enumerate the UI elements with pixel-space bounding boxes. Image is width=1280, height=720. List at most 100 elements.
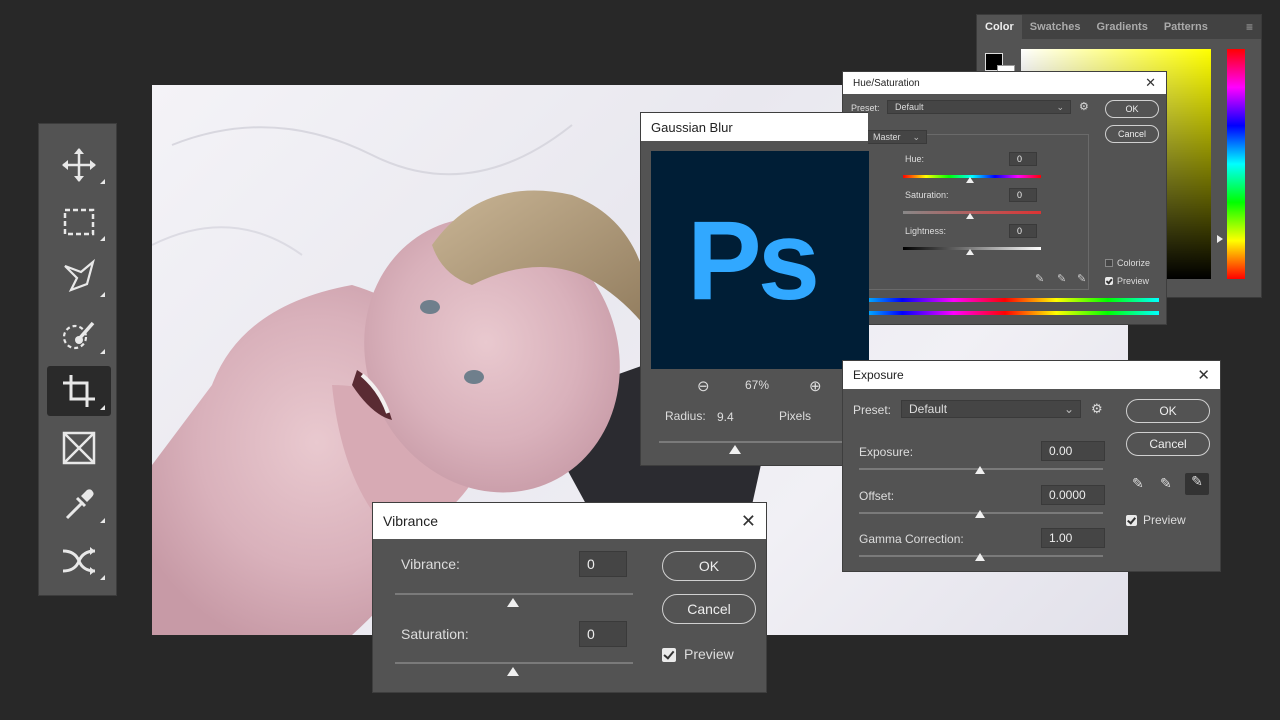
- polygonal-lasso-icon: [64, 258, 95, 293]
- dialog-title-bar: Hue/Saturation ✕: [843, 72, 1166, 94]
- saturation-label: Saturation:: [905, 190, 949, 200]
- tab-swatches[interactable]: Swatches: [1022, 15, 1089, 39]
- colorize-label: Colorize: [1117, 258, 1151, 268]
- colorize-checkbox[interactable]: [1105, 259, 1113, 267]
- panel-menu-icon[interactable]: ≡: [1246, 20, 1253, 34]
- preview-label: Preview: [1117, 276, 1150, 286]
- lightness-input[interactable]: 0: [1009, 224, 1037, 238]
- tab-patterns[interactable]: Patterns: [1156, 15, 1216, 39]
- vibrance-dialog: Vibrance ✕ Vibrance: 0 Saturation: 0 OK …: [372, 502, 767, 693]
- ok-button[interactable]: OK: [1105, 100, 1159, 118]
- preset-value: Default: [895, 102, 924, 112]
- cancel-button[interactable]: Cancel: [662, 594, 756, 624]
- saturation-label: Saturation:: [401, 626, 469, 642]
- photoshop-logo: Ps: [687, 197, 820, 323]
- hue-slider-handle[interactable]: [1217, 235, 1223, 243]
- preset-select[interactable]: Default ⌄: [901, 400, 1081, 418]
- hue-slider[interactable]: [1227, 49, 1245, 279]
- marquee-tool-button[interactable]: [47, 197, 111, 247]
- healing-tool-button[interactable]: [47, 536, 111, 586]
- white-point-eyedropper-icon[interactable]: ✎: [1185, 473, 1209, 495]
- zoom-out-icon[interactable]: ⊖: [697, 377, 710, 395]
- dialog-title-bar: Exposure ✕: [843, 361, 1220, 389]
- channel-select[interactable]: Master ⌄: [865, 130, 927, 144]
- offset-slider-thumb[interactable]: [975, 510, 985, 518]
- close-icon[interactable]: ✕: [1197, 366, 1210, 384]
- frame-tool-button[interactable]: [47, 423, 111, 473]
- gamma-slider-thumb[interactable]: [975, 553, 985, 561]
- color-bar-top: [851, 298, 1159, 302]
- dialog-title-bar: Gaussian Blur: [641, 113, 868, 141]
- eyedropper-icon: [65, 489, 94, 520]
- gray-point-eyedropper-icon[interactable]: ✎: [1160, 475, 1172, 492]
- chevron-down-icon: ⌄: [1063, 402, 1074, 416]
- saturation-input[interactable]: 0: [1009, 188, 1037, 202]
- hue-slider-thumb[interactable]: [966, 177, 974, 183]
- gamma-label: Gamma Correction:: [859, 532, 964, 546]
- exposure-slider-thumb[interactable]: [975, 466, 985, 474]
- move-tool-button[interactable]: [47, 140, 111, 190]
- zoom-in-icon[interactable]: ⊕: [809, 377, 822, 395]
- preview-checkbox[interactable]: [662, 648, 676, 662]
- preview-label: Preview: [1143, 513, 1186, 527]
- eyedropper-minus-icon[interactable]: ✎: [1077, 272, 1086, 285]
- lightness-slider-thumb[interactable]: [966, 249, 974, 255]
- eyedropper-plus-icon[interactable]: ✎: [1057, 272, 1066, 285]
- preview-checkbox[interactable]: [1105, 277, 1113, 285]
- move-icon: [62, 148, 96, 182]
- exposure-input[interactable]: 0.00: [1041, 441, 1105, 461]
- hue-input[interactable]: 0: [1009, 152, 1037, 166]
- patch-icon: [62, 547, 96, 575]
- quick-selection-tool-button[interactable]: [47, 310, 111, 360]
- tab-gradients[interactable]: Gradients: [1088, 15, 1155, 39]
- color-panel-tabs: Color Swatches Gradients Patterns ≡: [977, 15, 1261, 39]
- exposure-dialog: Exposure ✕ Preset: Default ⌄ ⚙ OK Cancel …: [842, 360, 1221, 572]
- settings-gear-icon[interactable]: ⚙: [1091, 401, 1103, 417]
- tab-color[interactable]: Color: [977, 15, 1022, 39]
- preview-area[interactable]: Ps: [651, 151, 869, 369]
- preset-label: Preset:: [853, 403, 892, 417]
- preset-value: Default: [909, 402, 948, 416]
- radius-track: [659, 441, 869, 443]
- dialog-title-bar: Vibrance ✕: [373, 503, 766, 539]
- channel-value: Master: [873, 132, 901, 142]
- tools-panel: [38, 123, 117, 596]
- cancel-button[interactable]: Cancel: [1126, 432, 1210, 456]
- preview-label: Preview: [684, 646, 734, 662]
- dialog-title: Hue/Saturation: [853, 77, 920, 89]
- saturation-slider-thumb[interactable]: [966, 213, 974, 219]
- ok-button[interactable]: OK: [662, 551, 756, 581]
- black-point-eyedropper-icon[interactable]: ✎: [1132, 475, 1144, 492]
- crop-icon: [63, 375, 95, 407]
- ok-button[interactable]: OK: [1126, 399, 1210, 423]
- lasso-tool-button[interactable]: [47, 253, 111, 303]
- preview-checkbox[interactable]: [1126, 515, 1137, 526]
- saturation-input[interactable]: 0: [579, 621, 627, 647]
- gaussian-blur-dialog: Gaussian Blur Ps ⊖ 67% ⊕ Radius: 9.4 Pix…: [640, 112, 869, 466]
- settings-gear-icon[interactable]: ⚙: [1079, 100, 1089, 113]
- close-icon[interactable]: ✕: [1145, 75, 1156, 91]
- crop-tool-button[interactable]: [47, 366, 111, 416]
- vibrance-track: [395, 593, 633, 595]
- radius-input[interactable]: 9.4: [717, 410, 734, 424]
- dialog-title: Exposure: [853, 368, 904, 382]
- offset-input[interactable]: 0.0000: [1041, 485, 1105, 505]
- eyedropper-tool-button[interactable]: [47, 479, 111, 529]
- dialog-title: Vibrance: [383, 513, 439, 529]
- lightness-label: Lightness:: [905, 226, 947, 236]
- color-bar-bottom: [851, 311, 1159, 315]
- hue-saturation-dialog: Hue/Saturation ✕ Preset: Default ⌄ ⚙ OK C…: [842, 71, 1167, 325]
- preset-select[interactable]: Default ⌄: [887, 100, 1071, 114]
- vibrance-slider-thumb[interactable]: [507, 598, 519, 607]
- vibrance-input[interactable]: 0: [579, 551, 627, 577]
- chevron-down-icon: ⌄: [1056, 102, 1064, 112]
- vibrance-label: Vibrance:: [401, 556, 460, 572]
- cancel-button[interactable]: Cancel: [1105, 125, 1159, 143]
- radius-label: Radius:: [665, 409, 706, 423]
- zoom-level: 67%: [745, 378, 770, 392]
- close-icon[interactable]: ✕: [741, 511, 756, 532]
- eyedropper-icon[interactable]: ✎: [1035, 272, 1044, 285]
- gamma-input[interactable]: 1.00: [1041, 528, 1105, 548]
- radius-slider-thumb[interactable]: [729, 445, 741, 454]
- saturation-slider-thumb[interactable]: [507, 667, 519, 676]
